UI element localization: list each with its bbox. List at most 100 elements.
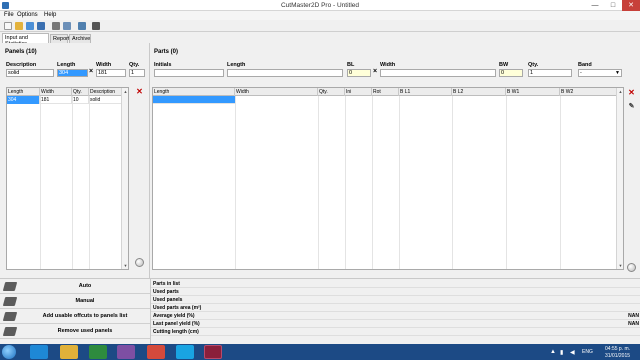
toolbar — [0, 20, 640, 32]
col-length[interactable]: Length — [7, 88, 40, 96]
stat-label: Cutting length (cm) — [153, 329, 199, 335]
panels-description-field[interactable]: solid — [6, 69, 54, 77]
panels-qty-field[interactable]: 1 — [129, 69, 145, 77]
cell-width[interactable]: 181 — [40, 96, 72, 104]
add-offcuts-button-label: Add usable offcuts to panels list — [42, 313, 128, 319]
parts-scrollbar[interactable]: ▲ ▼ — [616, 88, 623, 269]
save-as-icon[interactable] — [37, 22, 45, 30]
parts-section: Parts (0) Initials Length BL Width BW Qt… — [152, 43, 640, 278]
delete-panel-icon[interactable]: ✕ — [135, 87, 144, 96]
tab-archive[interactable]: Archive — [69, 34, 91, 43]
panels-options-icon[interactable] — [135, 258, 144, 267]
visual-studio-icon[interactable] — [117, 345, 135, 359]
info-icon[interactable] — [63, 22, 71, 30]
clear-length-icon[interactable]: × — [89, 68, 93, 75]
delete-part-icon[interactable]: ✕ — [627, 88, 636, 97]
parts-table[interactable]: Length Width Qty. Ini Rot B L1 B L2 B W1… — [152, 87, 624, 270]
auto-button[interactable]: Auto — [0, 279, 150, 294]
network-icon[interactable]: ▮ — [560, 349, 563, 356]
export-icon[interactable] — [92, 22, 100, 30]
scroll-down-icon[interactable]: ▼ — [123, 263, 128, 268]
save-icon[interactable] — [26, 22, 34, 30]
auto-optimize-icon — [2, 282, 18, 291]
stat-label: Average yield (%) — [153, 313, 195, 319]
menu-file[interactable]: File — [4, 12, 14, 18]
parts-qty-label: Qty. — [528, 62, 539, 68]
menu-options[interactable]: Options — [17, 12, 38, 18]
col-width[interactable]: Width — [235, 88, 318, 96]
parts-length-label: Length — [227, 62, 246, 68]
parts-qty-field[interactable]: 1 — [528, 69, 572, 77]
close-window-button[interactable]: ✕ — [622, 0, 640, 11]
volume-icon[interactable]: ◀ — [570, 349, 575, 356]
clock-time[interactable]: 04:55 p. m. — [605, 346, 630, 352]
col-bw2[interactable]: B W2 — [560, 88, 618, 96]
scroll-up-icon[interactable]: ▲ — [618, 89, 623, 94]
minimize-button[interactable]: — — [586, 0, 604, 11]
panels-title: Panels (10) — [5, 49, 37, 55]
cell-qty[interactable]: 10 — [72, 96, 89, 104]
manual-button[interactable]: Manual — [0, 294, 150, 309]
add-offcuts-button[interactable]: Add usable offcuts to panels list — [0, 309, 150, 324]
explorer-icon[interactable] — [60, 345, 78, 359]
clock-date[interactable]: 31/01/2015 — [605, 353, 630, 359]
band-dropdown-icon[interactable]: ▼ — [615, 70, 620, 76]
window-title: CutMaster2D Pro - Untitled — [280, 2, 360, 9]
col-bl1[interactable]: B L1 — [399, 88, 452, 96]
stat-label: Parts in list — [153, 281, 180, 287]
col-qty[interactable]: Qty. — [72, 88, 89, 96]
parts-width-field[interactable] — [380, 69, 496, 77]
panels-scrollbar[interactable]: ▲ ▼ — [121, 88, 128, 269]
cell-length[interactable]: 304 — [7, 96, 40, 104]
panels-section: Panels (10) Description Length Width Qty… — [0, 43, 150, 278]
new-row-selection[interactable] — [153, 96, 235, 104]
col-width[interactable]: Width — [40, 88, 72, 96]
edit-part-icon[interactable]: ✎ — [627, 102, 636, 111]
chrome-icon[interactable] — [147, 345, 165, 359]
bottom-area: Auto Manual Add usable offcuts to panels… — [0, 278, 640, 345]
menu-help[interactable]: Help — [44, 12, 56, 18]
scroll-up-icon[interactable]: ▲ — [123, 89, 128, 94]
parts-length-field[interactable] — [227, 69, 343, 77]
parts-options-icon[interactable] — [627, 263, 636, 272]
cell-description[interactable]: solid — [89, 96, 123, 104]
ie-icon[interactable] — [30, 345, 48, 359]
table-row[interactable]: 304 181 10 solid — [7, 96, 123, 104]
parts-bw-field[interactable]: 0 — [499, 69, 523, 77]
new-icon[interactable] — [4, 22, 12, 30]
language-indicator[interactable]: ENG — [582, 349, 593, 355]
col-qty[interactable]: Qty. — [318, 88, 345, 96]
col-bl2[interactable]: B L2 — [452, 88, 506, 96]
col-rot[interactable]: Rot — [372, 88, 399, 96]
remove-used-panels-button[interactable]: Remove used panels — [0, 324, 150, 339]
parts-initials-field[interactable] — [154, 69, 224, 77]
tab-input-and-statistics[interactable]: Input and Statistics — [2, 33, 49, 47]
cutmaster-taskbar-icon[interactable] — [204, 345, 222, 359]
maximize-button[interactable]: □ — [604, 0, 622, 11]
col-ini[interactable]: Ini — [345, 88, 372, 96]
panels-table[interactable]: Length Width Qty. Description 304 181 10… — [6, 87, 129, 270]
tab-report[interactable]: Report — [50, 34, 70, 43]
tray-arrow-icon[interactable]: ▲ — [550, 349, 556, 355]
start-button[interactable] — [2, 345, 16, 359]
parts-width-label: Width — [380, 62, 396, 68]
import-icon[interactable] — [78, 22, 86, 30]
parts-title: Parts (0) — [154, 49, 179, 55]
print-icon[interactable] — [52, 22, 60, 30]
scroll-down-icon[interactable]: ▼ — [618, 263, 623, 268]
col-description[interactable]: Description — [89, 88, 123, 96]
clear-bl-icon[interactable]: × — [373, 68, 377, 75]
stat-row: Cutting length (cm) — [151, 328, 640, 336]
stat-row: Used parts — [151, 288, 640, 296]
panels-length-field[interactable]: 304 — [57, 69, 88, 77]
stat-value: NAN — [628, 321, 639, 327]
panels-width-field[interactable]: 181 — [96, 69, 126, 77]
stat-row: Last panel yield (%) NAN — [151, 320, 640, 328]
remove-panels-icon — [2, 327, 18, 336]
open-icon[interactable] — [15, 22, 23, 30]
skype-icon[interactable] — [176, 345, 194, 359]
col-length[interactable]: Length — [153, 88, 235, 96]
parts-bl-field[interactable]: 0 — [347, 69, 371, 77]
col-bw1[interactable]: B W1 — [506, 88, 560, 96]
excel-icon[interactable] — [89, 345, 107, 359]
